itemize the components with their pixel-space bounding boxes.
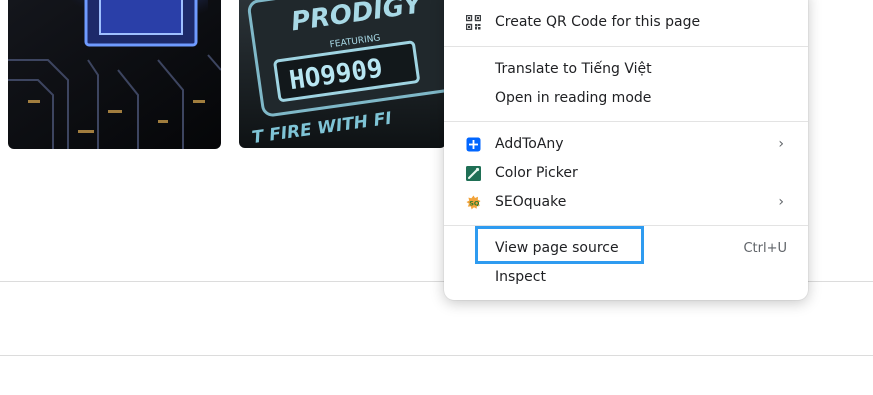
menu-item-addtoany[interactable]: AddToAny › <box>444 130 808 159</box>
menu-item-create-qr-code[interactable]: Create QR Code for this page <box>444 8 808 37</box>
menu-item-seoquake[interactable]: SQ SEOquake › <box>444 188 808 217</box>
chevron-right-icon: › <box>778 194 784 210</box>
menu-item-label: AddToAny <box>495 136 564 152</box>
menu-item-label: SEOquake <box>495 194 567 210</box>
svg-text:SQ: SQ <box>469 200 480 208</box>
menu-item-label: Color Picker <box>495 165 578 181</box>
qr-code-icon <box>466 15 481 30</box>
chevron-right-icon: › <box>778 136 784 152</box>
circuit-chip-image[interactable] <box>8 0 221 149</box>
menu-separator <box>444 121 808 122</box>
menu-item-label: Open in reading mode <box>495 90 652 106</box>
view-page-source-highlight <box>475 226 644 264</box>
addtoany-icon <box>466 137 481 152</box>
menu-item-translate[interactable]: Translate to Tiếng Việt <box>444 55 808 84</box>
prodigy-label-image[interactable]: PRODIGY FEATURING HO9909 T FIRE WITH FI <box>239 0 446 148</box>
menu-item-label: Translate to Tiếng Việt <box>495 61 652 77</box>
menu-item-label: Inspect <box>495 269 546 285</box>
menu-item-label: Create QR Code for this page <box>495 14 701 30</box>
shortcut-hint: Ctrl+U <box>743 241 787 256</box>
menu-item-inspect[interactable]: Inspect <box>444 263 808 292</box>
color-picker-icon <box>466 166 481 181</box>
seoquake-icon: SQ <box>466 195 481 210</box>
menu-separator <box>444 46 808 47</box>
page-divider-bottom <box>0 355 873 356</box>
menu-item-reading-mode[interactable]: Open in reading mode <box>444 84 808 113</box>
menu-item-color-picker[interactable]: Color Picker <box>444 159 808 188</box>
